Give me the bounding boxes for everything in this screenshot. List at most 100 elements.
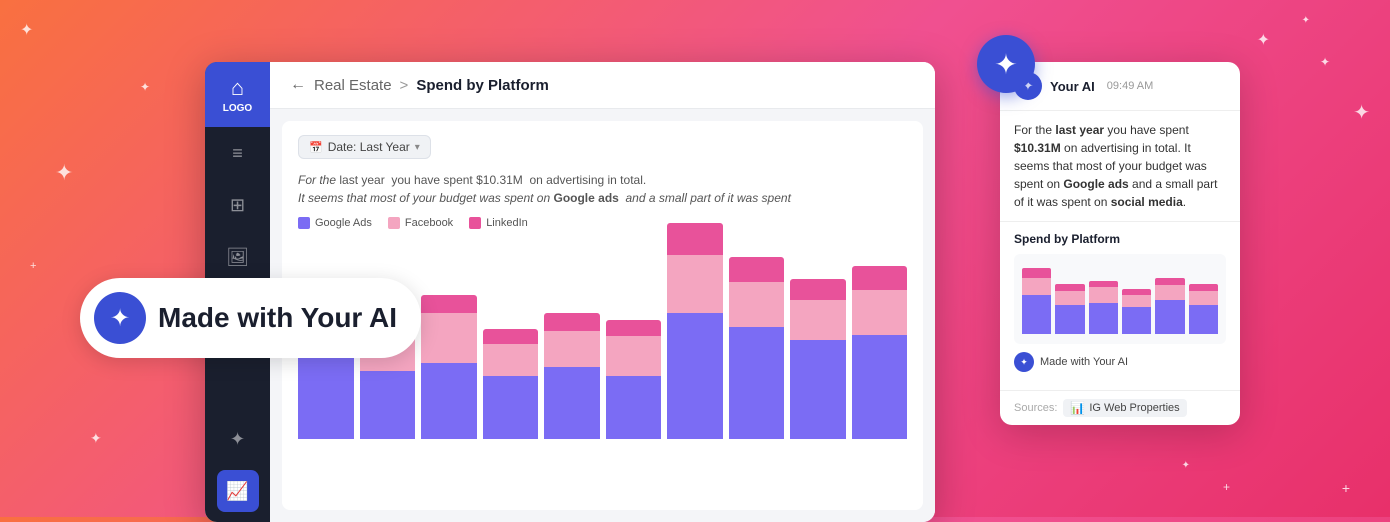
- calendar-icon: 📅: [309, 141, 323, 154]
- sources-badge: 📊 IG Web Properties: [1063, 399, 1186, 417]
- sidebar-item-chart[interactable]: 📈: [217, 470, 259, 512]
- mini-google-segment: [1189, 305, 1218, 334]
- breadcrumb-current: Spend by Platform: [416, 77, 549, 94]
- google-segment: [544, 367, 600, 439]
- mini-google-segment: [1022, 295, 1051, 334]
- facebook-segment: [667, 255, 723, 313]
- top-bar: ← Real Estate > Spend by Platform: [270, 62, 935, 109]
- sparkle-2: ✦: [55, 160, 73, 186]
- filter-label: Date: Last Year: [328, 140, 410, 154]
- facebook-segment: [790, 300, 846, 340]
- sparkle-10: +: [30, 260, 36, 272]
- linkedin-segment: [483, 329, 539, 343]
- facebook-segment: [852, 290, 908, 335]
- sidebar-logo: ⌂ LOGO: [205, 62, 270, 127]
- date-filter[interactable]: 📅 Date: Last Year ▾: [298, 135, 431, 159]
- sparkle-small-icon: ✦: [1020, 357, 1028, 368]
- legend-linkedin: LinkedIn: [469, 217, 528, 229]
- chart-desc-line2: It seems that most of your budget was sp…: [298, 189, 907, 207]
- bar-group-5: [606, 320, 662, 439]
- mini-bar-group-2: [1089, 264, 1118, 334]
- facebook-segment: [729, 282, 785, 327]
- breadcrumb-parent: Real Estate: [314, 77, 392, 94]
- image-icon: 🖼: [226, 247, 249, 268]
- chart-icon: 📈: [226, 481, 248, 502]
- linkedin-segment: [852, 266, 908, 289]
- mini-facebook-segment: [1155, 285, 1184, 300]
- sparkle-9: +: [1342, 480, 1350, 496]
- bar-group-4: [544, 313, 600, 439]
- google-segment: [421, 363, 477, 439]
- ai-sparkle-icon: ✦: [110, 304, 130, 333]
- mini-linkedin-segment: [1055, 284, 1084, 292]
- breadcrumb-separator: >: [400, 77, 409, 94]
- linkedin-segment: [421, 295, 477, 313]
- facebook-color-dot: [388, 217, 400, 229]
- ai-badge-icon: ✦: [94, 292, 146, 344]
- mini-facebook-segment: [1022, 278, 1051, 295]
- made-with-icon: ✦: [1014, 352, 1034, 372]
- mini-facebook-segment: [1055, 291, 1084, 305]
- mini-facebook-segment: [1189, 291, 1218, 305]
- linkedin-segment: [667, 223, 723, 255]
- sparkle-1: ✦: [20, 20, 33, 40]
- google-segment: [852, 335, 908, 439]
- mini-bar-group-0: [1022, 264, 1051, 334]
- google-segment: [729, 327, 785, 439]
- bar-group-6: [667, 223, 723, 439]
- sidebar-item-star[interactable]: ✦: [217, 418, 259, 460]
- ai-made-with-row: ✦ Made with Your AI: [1014, 352, 1226, 380]
- mini-linkedin-segment: [1089, 281, 1118, 288]
- sources-bar-icon: 📊: [1070, 401, 1085, 415]
- facebook-segment: [544, 331, 600, 367]
- linkedin-color-dot: [469, 217, 481, 229]
- linkedin-label: LinkedIn: [486, 217, 528, 229]
- ai-sources: Sources: 📊 IG Web Properties: [1000, 390, 1240, 425]
- google-label: Google Ads: [315, 217, 372, 229]
- facebook-segment: [483, 344, 539, 376]
- star-icon: ✦: [230, 429, 245, 450]
- logo-text: LOGO: [223, 103, 252, 114]
- grid-icon: ⊞: [230, 195, 245, 216]
- made-with-text: Made with Your AI: [1040, 356, 1128, 368]
- legend-google: Google Ads: [298, 217, 372, 229]
- mini-bar-chart: [1014, 254, 1226, 344]
- ai-message: For the last year you have spent $10.31M…: [1000, 111, 1240, 222]
- sparkles-icon: ✦: [994, 48, 1017, 81]
- ai-timestamp: 09:49 AM: [1107, 80, 1153, 92]
- google-segment: [606, 376, 662, 439]
- sparkle-7: ✦: [1320, 55, 1330, 69]
- ai-badge: ✦ Made with Your AI: [80, 278, 421, 358]
- back-button[interactable]: ←: [290, 76, 306, 94]
- ai-name: Your AI: [1050, 79, 1095, 94]
- facebook-segment: [606, 336, 662, 376]
- facebook-label: Facebook: [405, 217, 453, 229]
- legend-facebook: Facebook: [388, 217, 453, 229]
- google-segment: [790, 340, 846, 439]
- linkedin-segment: [729, 257, 785, 282]
- google-segment: [360, 371, 416, 439]
- mini-bar-group-1: [1055, 264, 1084, 334]
- mini-bar-group-3: [1122, 264, 1151, 334]
- bar-group-9: [852, 266, 908, 439]
- mini-linkedin-segment: [1189, 284, 1218, 291]
- chart-legend: Google Ads Facebook LinkedIn: [298, 217, 907, 229]
- bar-group-8: [790, 279, 846, 439]
- ai-chat-header: ✦ Your AI 09:49 AM: [1000, 62, 1240, 111]
- mini-google-segment: [1089, 303, 1118, 334]
- sources-label: Sources:: [1014, 402, 1057, 414]
- sparkle-5: ✦: [1302, 15, 1310, 26]
- facebook-segment: [421, 313, 477, 363]
- filter-bar: 📅 Date: Last Year ▾: [298, 135, 907, 159]
- ai-mini-chart-container: Spend by Platform ✦ Made with Your AI: [1000, 222, 1240, 390]
- sidebar-item-document[interactable]: ≡: [217, 132, 259, 174]
- ai-chat-panel: ✦ Your AI 09:49 AM For the last year you…: [1000, 62, 1240, 425]
- bar-group-7: [729, 257, 785, 439]
- sidebar-item-grid[interactable]: ⊞: [217, 184, 259, 226]
- bar-group-3: [483, 329, 539, 439]
- chart-description: For the last year you have spent $10.31M…: [298, 171, 907, 207]
- chart-desc-line1: For the last year you have spent $10.31M…: [298, 171, 907, 189]
- ai-bubble-icon[interactable]: ✦: [977, 35, 1035, 93]
- sidebar-item-image[interactable]: 🖼: [217, 236, 259, 278]
- sources-value: IG Web Properties: [1089, 402, 1179, 414]
